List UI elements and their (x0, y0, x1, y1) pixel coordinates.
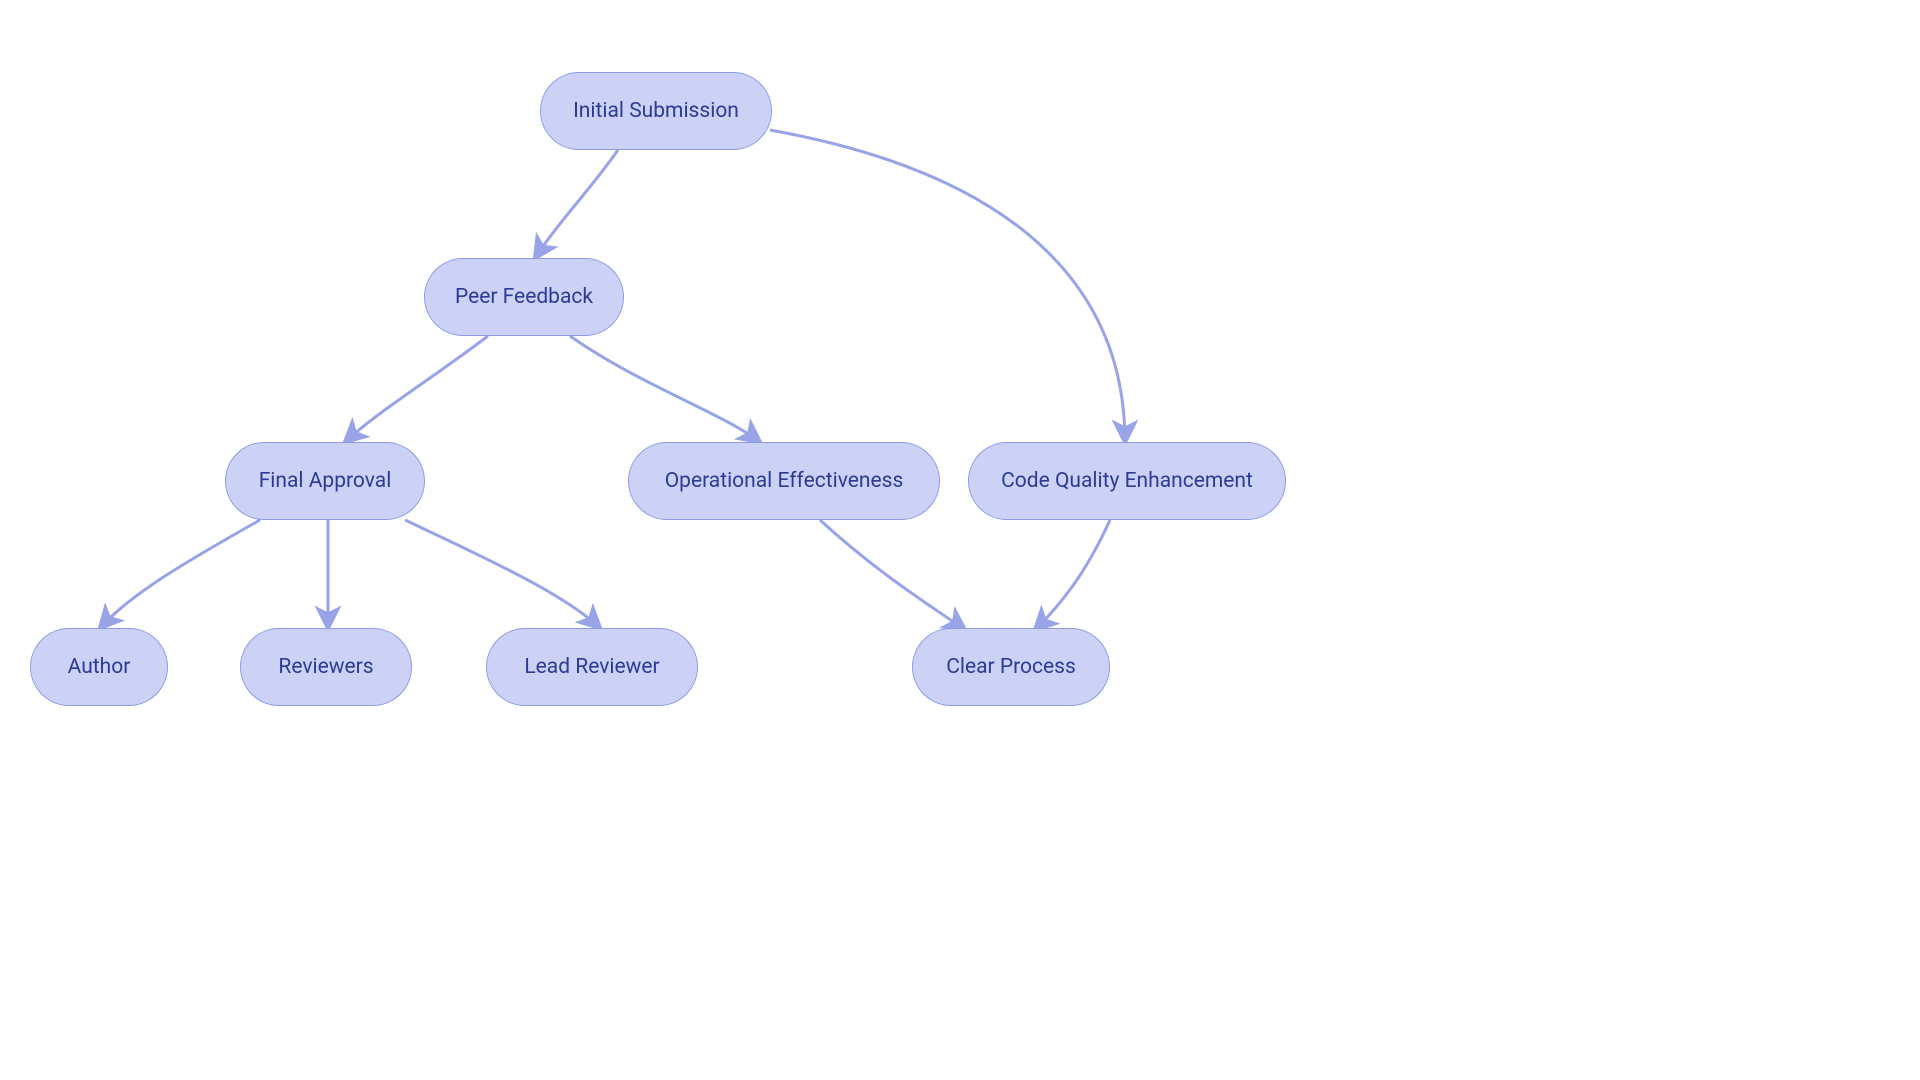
edge-initial-to-peer (535, 150, 618, 258)
node-lead-reviewer: Lead Reviewer (486, 628, 698, 706)
diagram-canvas: Initial Submission Peer Feedback Final A… (0, 0, 1536, 864)
node-label: Initial Submission (573, 99, 739, 123)
edge-peer-to-opeff (570, 336, 760, 442)
node-operational-effectiveness: Operational Effectiveness (628, 442, 940, 520)
node-label: Author (68, 655, 131, 679)
edges-layer (0, 0, 1536, 864)
node-author: Author (30, 628, 168, 706)
edge-final-to-lead (405, 520, 600, 628)
node-label: Final Approval (259, 469, 392, 493)
node-label: Clear Process (946, 655, 1076, 679)
node-code-quality-enhancement: Code Quality Enhancement (968, 442, 1286, 520)
node-peer-feedback: Peer Feedback (424, 258, 624, 336)
node-initial-submission: Initial Submission (540, 72, 772, 150)
edge-codequality-to-clear (1035, 520, 1110, 630)
node-final-approval: Final Approval (225, 442, 425, 520)
node-clear-process: Clear Process (912, 628, 1110, 706)
node-label: Operational Effectiveness (665, 469, 904, 493)
edge-peer-to-final (345, 336, 488, 442)
node-label: Lead Reviewer (524, 655, 659, 679)
edge-final-to-author (100, 520, 260, 628)
node-label: Reviewers (278, 655, 373, 679)
edge-initial-to-codequality (770, 130, 1125, 442)
node-label: Code Quality Enhancement (1001, 469, 1253, 493)
node-reviewers: Reviewers (240, 628, 412, 706)
node-label: Peer Feedback (455, 285, 593, 309)
edge-opeff-to-clear (820, 520, 965, 630)
